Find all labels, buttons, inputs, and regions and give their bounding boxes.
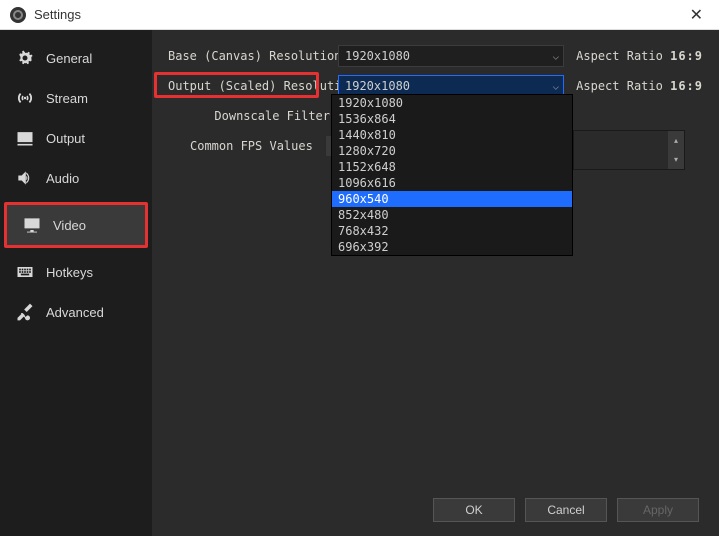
output-resolution-value: 1920x1080 [345,79,410,93]
titlebar: Settings ✕ [0,0,719,30]
dropdown-option[interactable]: 1920x1080 [332,95,572,111]
dropdown-option[interactable]: 1440x810 [332,127,572,143]
fps-label: Common FPS Values [168,139,321,153]
sidebar-item-label: Output [46,131,85,146]
sidebar-item-general[interactable]: General [0,38,152,78]
base-aspect-ratio: Aspect Ratio 16:9 [576,49,703,63]
downscale-filter-label: Downscale Filter [168,109,338,123]
dropdown-option[interactable]: 1536x864 [332,111,572,127]
dropdown-option[interactable]: 1096x616 [332,175,572,191]
dropdown-option[interactable]: 1152x648 [332,159,572,175]
dropdown-option[interactable]: 1280x720 [332,143,572,159]
sidebar-item-label: Hotkeys [46,265,93,280]
base-resolution-label: Base (Canvas) Resolution [168,49,338,63]
sidebar-item-audio[interactable]: Audio [0,158,152,198]
chevron-up-icon: ▴ [668,131,684,150]
speaker-icon [14,168,36,188]
sidebar-item-label: General [46,51,92,66]
dropdown-option[interactable]: 960x540 [332,191,572,207]
chevron-down-icon: ⌵ [553,80,560,93]
window-title: Settings [34,7,684,22]
content-panel: Base (Canvas) Resolution 1920x1080 ⌵ Asp… [152,30,719,536]
sidebar-item-video[interactable]: Video [7,205,145,245]
monitor-icon [21,215,43,235]
cancel-button[interactable]: Cancel [525,498,607,522]
output-resolution-label: Output (Scaled) Resolution [168,79,338,93]
gear-icon [14,48,36,68]
base-resolution-row: Base (Canvas) Resolution 1920x1080 ⌵ Asp… [168,42,703,70]
app-icon [10,7,26,23]
sidebar-item-label: Stream [46,91,88,106]
output-aspect-ratio: Aspect Ratio 16:9 [576,79,703,93]
keyboard-icon [14,262,36,282]
output-resolution-dropdown[interactable]: 1920x10801536x8641440x8101280x7201152x64… [331,94,573,256]
sidebar-item-label: Video [53,218,86,233]
chevron-down-icon: ▾ [668,150,684,169]
sidebar-item-stream[interactable]: Stream [0,78,152,118]
close-icon[interactable]: ✕ [684,3,709,27]
dropdown-option[interactable]: 852x480 [332,207,572,223]
sidebar-item-advanced[interactable]: Advanced [0,292,152,332]
sidebar: General Stream Output Audio V [0,30,152,536]
base-resolution-combo[interactable]: 1920x1080 ⌵ [338,45,564,67]
base-resolution-value: 1920x1080 [345,49,410,63]
sidebar-item-hotkeys[interactable]: Hotkeys [0,252,152,292]
fps-value-spinner[interactable]: ▴ ▾ [573,130,685,170]
sidebar-item-label: Advanced [46,305,104,320]
apply-button: Apply [617,498,699,522]
chevron-down-icon: ⌵ [553,50,560,63]
dropdown-option[interactable]: 768x432 [332,223,572,239]
sidebar-item-label: Audio [46,171,79,186]
ok-button[interactable]: OK [433,498,515,522]
dropdown-option[interactable]: 696x392 [332,239,572,255]
tools-icon [14,302,36,322]
button-bar: OK Cancel Apply [433,498,699,522]
stream-icon [14,88,36,108]
output-icon [14,128,36,148]
sidebar-item-output[interactable]: Output [0,118,152,158]
